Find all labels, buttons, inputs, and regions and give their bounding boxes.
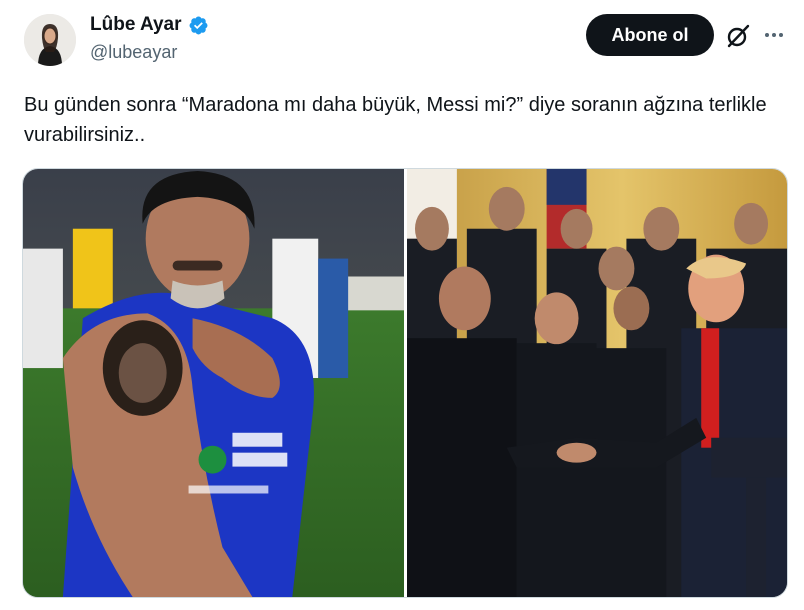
more-dot (772, 33, 776, 37)
photo-team-handshake-image (407, 169, 787, 597)
author-avatar[interactable] (24, 14, 76, 66)
follow-button[interactable]: Abone ol (586, 14, 714, 56)
photo-player-tattoo-image (23, 169, 404, 597)
author-name-row: Lûbe Ayar (90, 14, 209, 36)
author-name[interactable]: Lûbe Ayar (90, 14, 182, 36)
more-dot (765, 33, 769, 37)
photo-player-tattoo[interactable] (23, 169, 404, 597)
avatar-image (24, 14, 76, 66)
more-dot (779, 33, 783, 37)
photo-team-handshake[interactable] (407, 169, 787, 597)
grok-icon[interactable] (724, 22, 752, 50)
tweet-text: Bu günden sonra “Maradona mı daha büyük,… (24, 94, 773, 146)
verified-badge-icon (189, 16, 207, 34)
author-handle[interactable]: @lubeayar (90, 42, 177, 63)
tweet-media (22, 168, 788, 598)
more-icon[interactable] (762, 25, 786, 45)
